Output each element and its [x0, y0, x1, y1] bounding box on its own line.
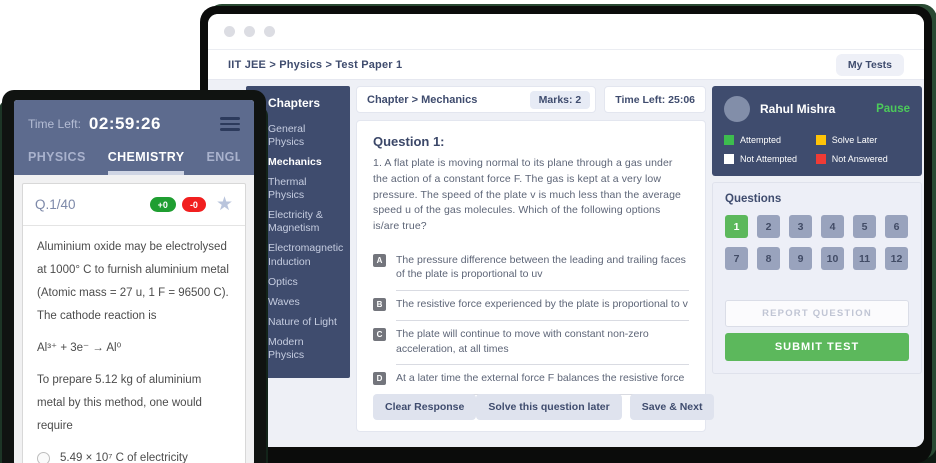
marks-badge: Marks: 2 [530, 91, 591, 109]
palette-question-5[interactable]: 5 [853, 215, 876, 238]
question-panel: Chapter > Mechanics Marks: 2 Time Left: … [356, 86, 706, 432]
status-legend: Attempted Solve Later Not Attempted [724, 135, 910, 164]
legend-not-answered: Not Answered [816, 154, 910, 164]
avatar [724, 96, 750, 122]
app-toolbar: IIT JEE > Physics > Test Paper 1 My Test… [208, 50, 924, 80]
window-dot-icon [244, 26, 255, 37]
option-b-text: The resistive force experienced by the p… [396, 297, 688, 312]
questions-palette-card: Questions 1 2 3 4 5 6 7 8 9 10 11 [712, 182, 922, 374]
test-page: Chapters General Physics Mechanics Therm… [208, 80, 924, 447]
attempted-swatch-icon [724, 135, 734, 145]
not-answered-swatch-icon [816, 154, 826, 164]
my-tests-button[interactable]: My Tests [836, 54, 904, 76]
legend-attempted-label: Attempted [740, 135, 781, 145]
legend-solve-later-label: Solve Later [832, 135, 878, 145]
palette-question-7[interactable]: 7 [725, 247, 748, 270]
option-d-text: At a later time the external force F bal… [396, 371, 684, 386]
question-card: Question 1: 1. A flat plate is moving no… [356, 120, 706, 432]
legend-not-attempted-label: Not Attempted [740, 154, 797, 164]
negative-marks-badge: -0 [182, 197, 206, 212]
subject-tabs: PHYSICS CHEMISTRY ENGLISH PROFICIENCY [28, 150, 240, 175]
phone-question-card: Q.1/40 +0 -0 ★ Aluminium oxide may be el… [22, 183, 246, 463]
solve-later-button[interactable]: Solve this question later [476, 394, 621, 420]
palette-question-2[interactable]: 2 [757, 215, 780, 238]
question-title: Question 1: [373, 134, 689, 149]
option-c[interactable]: C The plate will continue to move with c… [373, 321, 689, 356]
option-a-text: The pressure difference between the lead… [396, 253, 689, 282]
legend-solve-later: Solve Later [816, 135, 910, 145]
browser-window: IIT JEE > Physics > Test Paper 1 My Test… [200, 6, 932, 463]
tab-english-proficiency[interactable]: ENGLISH PROFICIENCY [206, 150, 240, 175]
question-footer: Clear Response Solve this question later… [373, 394, 689, 420]
radio-icon[interactable] [37, 452, 50, 463]
legend-attempted: Attempted [724, 135, 810, 145]
question-counter: Q.1/40 [35, 197, 144, 212]
option-d-badge: D [373, 372, 386, 385]
option-b-badge: B [373, 298, 386, 311]
screenshot-stage: IIT JEE > Physics > Test Paper 1 My Test… [0, 0, 936, 463]
option-a[interactable]: A The pressure difference between the le… [373, 247, 689, 282]
palette-question-3[interactable]: 3 [789, 215, 812, 238]
phone-question-card-header: Q.1/40 +0 -0 ★ [23, 184, 245, 226]
window-dot-icon [264, 26, 275, 37]
time-left-badge: Time Left: 25:06 [604, 86, 706, 113]
hamburger-menu-icon[interactable] [220, 117, 240, 131]
option-b[interactable]: B The resistive force experienced by the… [373, 291, 689, 312]
legend-not-attempted: Not Attempted [724, 154, 810, 164]
bookmark-star-icon[interactable]: ★ [216, 195, 233, 214]
question-palette: 1 2 3 4 5 6 7 8 9 10 11 12 [725, 215, 909, 270]
phone-mockup: Time Left: 02:59:26 PHYSICS CHEMISTRY EN… [2, 90, 266, 463]
phone-screen: Time Left: 02:59:26 PHYSICS CHEMISTRY EN… [14, 100, 254, 463]
phone-option-1[interactable]: 5.49 × 10⁷ C of electricity [37, 447, 231, 463]
pause-button[interactable]: Pause [876, 103, 910, 115]
questions-title: Questions [725, 193, 909, 205]
phone-question-body: Aluminium oxide may be electrolysed at 1… [23, 226, 245, 463]
option-d[interactable]: D At a later time the external force F b… [373, 365, 689, 386]
solve-later-swatch-icon [816, 135, 826, 145]
phone-time-left-label: Time Left: [28, 117, 81, 131]
cathode-reaction-formula: Al³⁺ + 3e⁻ → Al⁰ [37, 337, 231, 360]
clear-response-button[interactable]: Clear Response [373, 394, 476, 420]
chapter-header-box: Chapter > Mechanics Marks: 2 [356, 86, 596, 113]
palette-question-1[interactable]: 1 [725, 215, 748, 238]
legend-not-answered-label: Not Answered [832, 154, 888, 164]
phone-header: Time Left: 02:59:26 PHYSICS CHEMISTRY EN… [14, 100, 254, 175]
save-next-button[interactable]: Save & Next [630, 394, 715, 420]
phone-question-text-2: To prepare 5.12 kg of aluminium metal by… [37, 369, 231, 438]
palette-question-12[interactable]: 12 [885, 247, 908, 270]
window-dot-icon [224, 26, 235, 37]
browser-content: IIT JEE > Physics > Test Paper 1 My Test… [208, 14, 924, 447]
not-attempted-swatch-icon [724, 154, 734, 164]
palette-question-6[interactable]: 6 [885, 215, 908, 238]
question-panel-header: Chapter > Mechanics Marks: 2 Time Left: … [356, 86, 706, 113]
phone-body: Q.1/40 +0 -0 ★ Aluminium oxide may be el… [14, 175, 254, 463]
submit-test-button[interactable]: SUBMIT TEST [725, 333, 909, 361]
right-panel: Rahul Mishra Pause Attempted Solve Later [712, 86, 922, 374]
positive-marks-badge: +0 [150, 197, 176, 212]
user-card: Rahul Mishra Pause Attempted Solve Later [712, 86, 922, 176]
options-list: A The pressure difference between the le… [373, 247, 689, 395]
chapter-header-label: Chapter > Mechanics [367, 94, 477, 106]
phone-question-text-1: Aluminium oxide may be electrolysed at 1… [37, 236, 231, 328]
breadcrumb[interactable]: IIT JEE > Physics > Test Paper 1 [228, 59, 402, 71]
window-chrome-bar [208, 14, 924, 50]
tab-physics[interactable]: PHYSICS [28, 150, 86, 175]
option-a-badge: A [373, 254, 386, 267]
palette-question-10[interactable]: 10 [821, 247, 844, 270]
palette-question-9[interactable]: 9 [789, 247, 812, 270]
palette-question-4[interactable]: 4 [821, 215, 844, 238]
tab-chemistry[interactable]: CHEMISTRY [108, 150, 185, 175]
phone-option-1-text: 5.49 × 10⁷ C of electricity [60, 447, 188, 463]
palette-question-8[interactable]: 8 [757, 247, 780, 270]
user-name: Rahul Mishra [760, 102, 866, 116]
palette-question-11[interactable]: 11 [853, 247, 876, 270]
phone-timer: 02:59:26 [89, 114, 161, 134]
question-text: 1. A flat plate is moving normal to its … [373, 156, 689, 235]
option-c-text: The plate will continue to move with con… [396, 327, 689, 356]
report-question-button[interactable]: REPORT QUESTION [725, 300, 909, 327]
option-c-badge: C [373, 328, 386, 341]
